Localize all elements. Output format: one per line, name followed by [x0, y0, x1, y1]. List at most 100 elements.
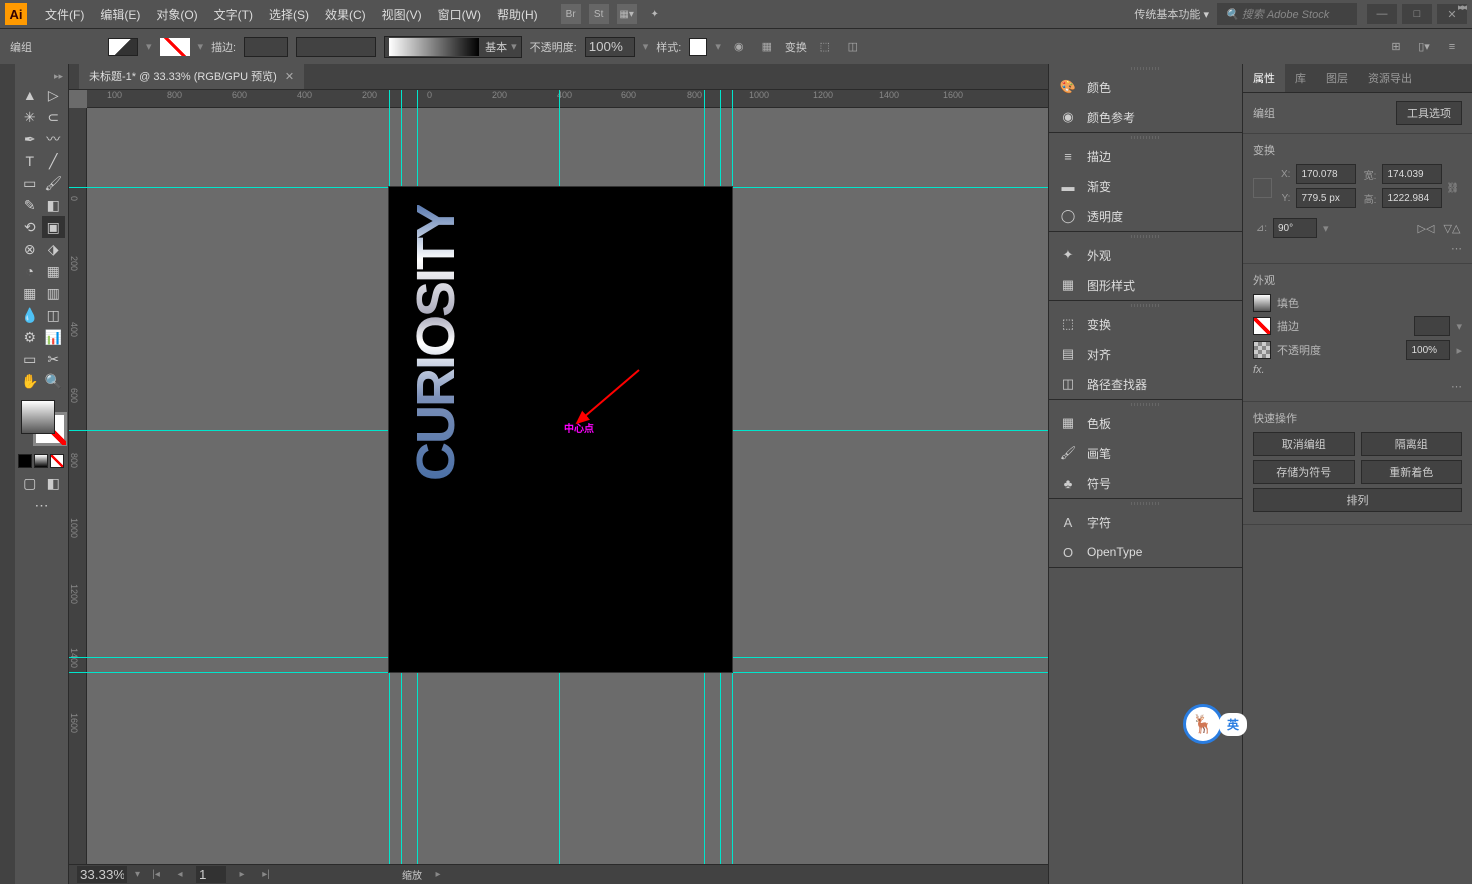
pen-tool[interactable]: ✒: [18, 128, 42, 150]
stroke-swatch[interactable]: [160, 38, 190, 56]
hand-tool[interactable]: ✋: [18, 370, 42, 392]
arrange-icon[interactable]: ▦▾: [617, 4, 637, 24]
bridge-icon[interactable]: Br: [561, 4, 581, 24]
menu-window[interactable]: 窗口(W): [430, 6, 489, 23]
isolate-icon[interactable]: ⬚: [815, 37, 835, 57]
tab-asset-export[interactable]: 资源导出: [1358, 64, 1422, 92]
panel-character[interactable]: A字符: [1049, 507, 1242, 537]
selection-tool[interactable]: ▲: [18, 84, 42, 106]
screen-mode-toggle[interactable]: ◧: [42, 472, 66, 494]
lasso-tool[interactable]: ⊂: [42, 106, 66, 128]
panel-swatches[interactable]: ▦色板: [1049, 408, 1242, 438]
document-tab[interactable]: 未标题-1* @ 33.33% (RGB/GPU 预览) ✕: [79, 63, 304, 89]
reflect-tool[interactable]: ▣: [42, 216, 66, 238]
panel-menu-icon[interactable]: ≡: [1442, 37, 1462, 57]
none-mode-swatch[interactable]: [50, 454, 64, 468]
recolor-button[interactable]: 重新着色: [1361, 460, 1463, 484]
tool-options-button[interactable]: 工具选项: [1396, 101, 1462, 125]
px-icon[interactable]: ▯▾: [1414, 37, 1434, 57]
panel-transform[interactable]: ⬚变换: [1049, 309, 1242, 339]
panel-align[interactable]: ▤对齐: [1049, 339, 1242, 369]
last-artboard-button[interactable]: ▸|: [258, 868, 274, 882]
gradient-mode-swatch[interactable]: [34, 454, 48, 468]
fx-label[interactable]: fx.: [1253, 364, 1265, 376]
stroke-appearance-swatch[interactable]: [1253, 317, 1271, 335]
stroke-weight-input[interactable]: [244, 37, 288, 57]
snap-icon[interactable]: ⊞: [1386, 37, 1406, 57]
perspective-tool[interactable]: ▦: [42, 260, 66, 282]
type-tool[interactable]: T: [18, 150, 42, 172]
fill-swatch[interactable]: [108, 38, 138, 56]
guide[interactable]: [69, 672, 1048, 673]
ime-indicator[interactable]: 🦌 英: [1183, 704, 1247, 744]
eraser-tool[interactable]: ◧: [42, 194, 66, 216]
menu-help[interactable]: 帮助(H): [489, 6, 546, 23]
status-menu[interactable]: ▸: [430, 868, 446, 882]
crop-icon[interactable]: ◫: [843, 37, 863, 57]
flip-h-icon[interactable]: ▷◁: [1416, 218, 1436, 238]
workspace-selector[interactable]: 传统基本功能 ▾: [1126, 3, 1217, 25]
tab-layers[interactable]: 图层: [1316, 64, 1358, 92]
menu-select[interactable]: 选择(S): [261, 6, 317, 23]
panel-transparency[interactable]: ◯透明度: [1049, 201, 1242, 231]
shaper-tool[interactable]: ✎: [18, 194, 42, 216]
menu-type[interactable]: 文字(T): [206, 6, 261, 23]
free-transform-tool[interactable]: ⬗: [42, 238, 66, 260]
panel-opentype[interactable]: OOpenType: [1049, 537, 1242, 567]
width-input[interactable]: [1382, 164, 1442, 184]
direct-selection-tool[interactable]: ▷: [42, 84, 66, 106]
blend-tool[interactable]: ◫: [42, 304, 66, 326]
artwork-text[interactable]: CURIOSITY: [409, 205, 463, 481]
align-icon[interactable]: ▦: [757, 37, 777, 57]
height-input[interactable]: [1382, 188, 1442, 208]
ruler-vertical[interactable]: 0 200 400 600 800 1000 1200 1400 1600: [69, 108, 87, 864]
save-as-symbol-button[interactable]: 存储为符号: [1253, 460, 1355, 484]
isolate-button[interactable]: 隔离组: [1361, 432, 1463, 456]
rectangle-tool[interactable]: ▭: [18, 172, 42, 194]
zoom-input[interactable]: [77, 866, 127, 883]
edit-toolbar[interactable]: ⋯: [18, 494, 65, 516]
opacity-input[interactable]: [585, 37, 635, 57]
mesh-tool[interactable]: ▦: [18, 282, 42, 304]
symbol-sprayer-tool[interactable]: ⚙: [18, 326, 42, 348]
appearance-more-icon[interactable]: ⋯: [1451, 381, 1462, 393]
panel-stroke[interactable]: ≡描边: [1049, 141, 1242, 171]
brush-profile[interactable]: [389, 38, 479, 56]
prev-artboard-button[interactable]: ◂: [172, 868, 188, 882]
ungroup-button[interactable]: 取消编组: [1253, 432, 1355, 456]
panel-gradient[interactable]: ▬渐变: [1049, 171, 1242, 201]
close-tab-icon[interactable]: ✕: [285, 70, 294, 83]
zoom-tool[interactable]: 🔍: [42, 370, 66, 392]
menu-effect[interactable]: 效果(C): [317, 6, 374, 23]
x-input[interactable]: [1296, 164, 1356, 184]
y-input[interactable]: [1296, 188, 1356, 208]
width-tool[interactable]: ⊗: [18, 238, 42, 260]
transform-label[interactable]: 变换: [785, 39, 807, 55]
menu-object[interactable]: 对象(O): [148, 6, 205, 23]
menu-edit[interactable]: 编辑(E): [92, 6, 148, 23]
minimize-button[interactable]: —: [1367, 4, 1397, 24]
menu-file[interactable]: 文件(F): [37, 6, 92, 23]
opacity-swatch[interactable]: [1253, 341, 1271, 359]
fill-appearance-swatch[interactable]: [1253, 294, 1271, 312]
maximize-button[interactable]: □: [1402, 4, 1432, 24]
artboard-number-input[interactable]: [196, 866, 226, 883]
eyedropper-tool[interactable]: 💧: [18, 304, 42, 326]
constrain-proportions-icon[interactable]: ⛓: [1446, 183, 1462, 194]
guide[interactable]: [732, 90, 733, 864]
angle-input[interactable]: [1273, 218, 1317, 238]
flip-v-icon[interactable]: ▽△: [1442, 218, 1462, 238]
stock-icon[interactable]: St: [589, 4, 609, 24]
recolor-icon[interactable]: ◉: [729, 37, 749, 57]
search-stock-input[interactable]: 🔍 搜索 Adobe Stock: [1217, 3, 1357, 25]
tab-properties[interactable]: 属性: [1243, 64, 1285, 92]
gradient-tool[interactable]: ▥: [42, 282, 66, 304]
screen-mode-normal[interactable]: ▢: [18, 472, 42, 494]
arrange-button[interactable]: 排列: [1253, 488, 1462, 512]
panel-symbols[interactable]: ♣符号: [1049, 468, 1242, 498]
stroke-weight-appearance[interactable]: [1414, 316, 1450, 336]
next-artboard-button[interactable]: ▸: [234, 868, 250, 882]
fill-stroke-indicator[interactable]: [18, 400, 65, 450]
panel-appearance[interactable]: ✦外观: [1049, 240, 1242, 270]
panel-graphic-styles[interactable]: ▦图形样式: [1049, 270, 1242, 300]
